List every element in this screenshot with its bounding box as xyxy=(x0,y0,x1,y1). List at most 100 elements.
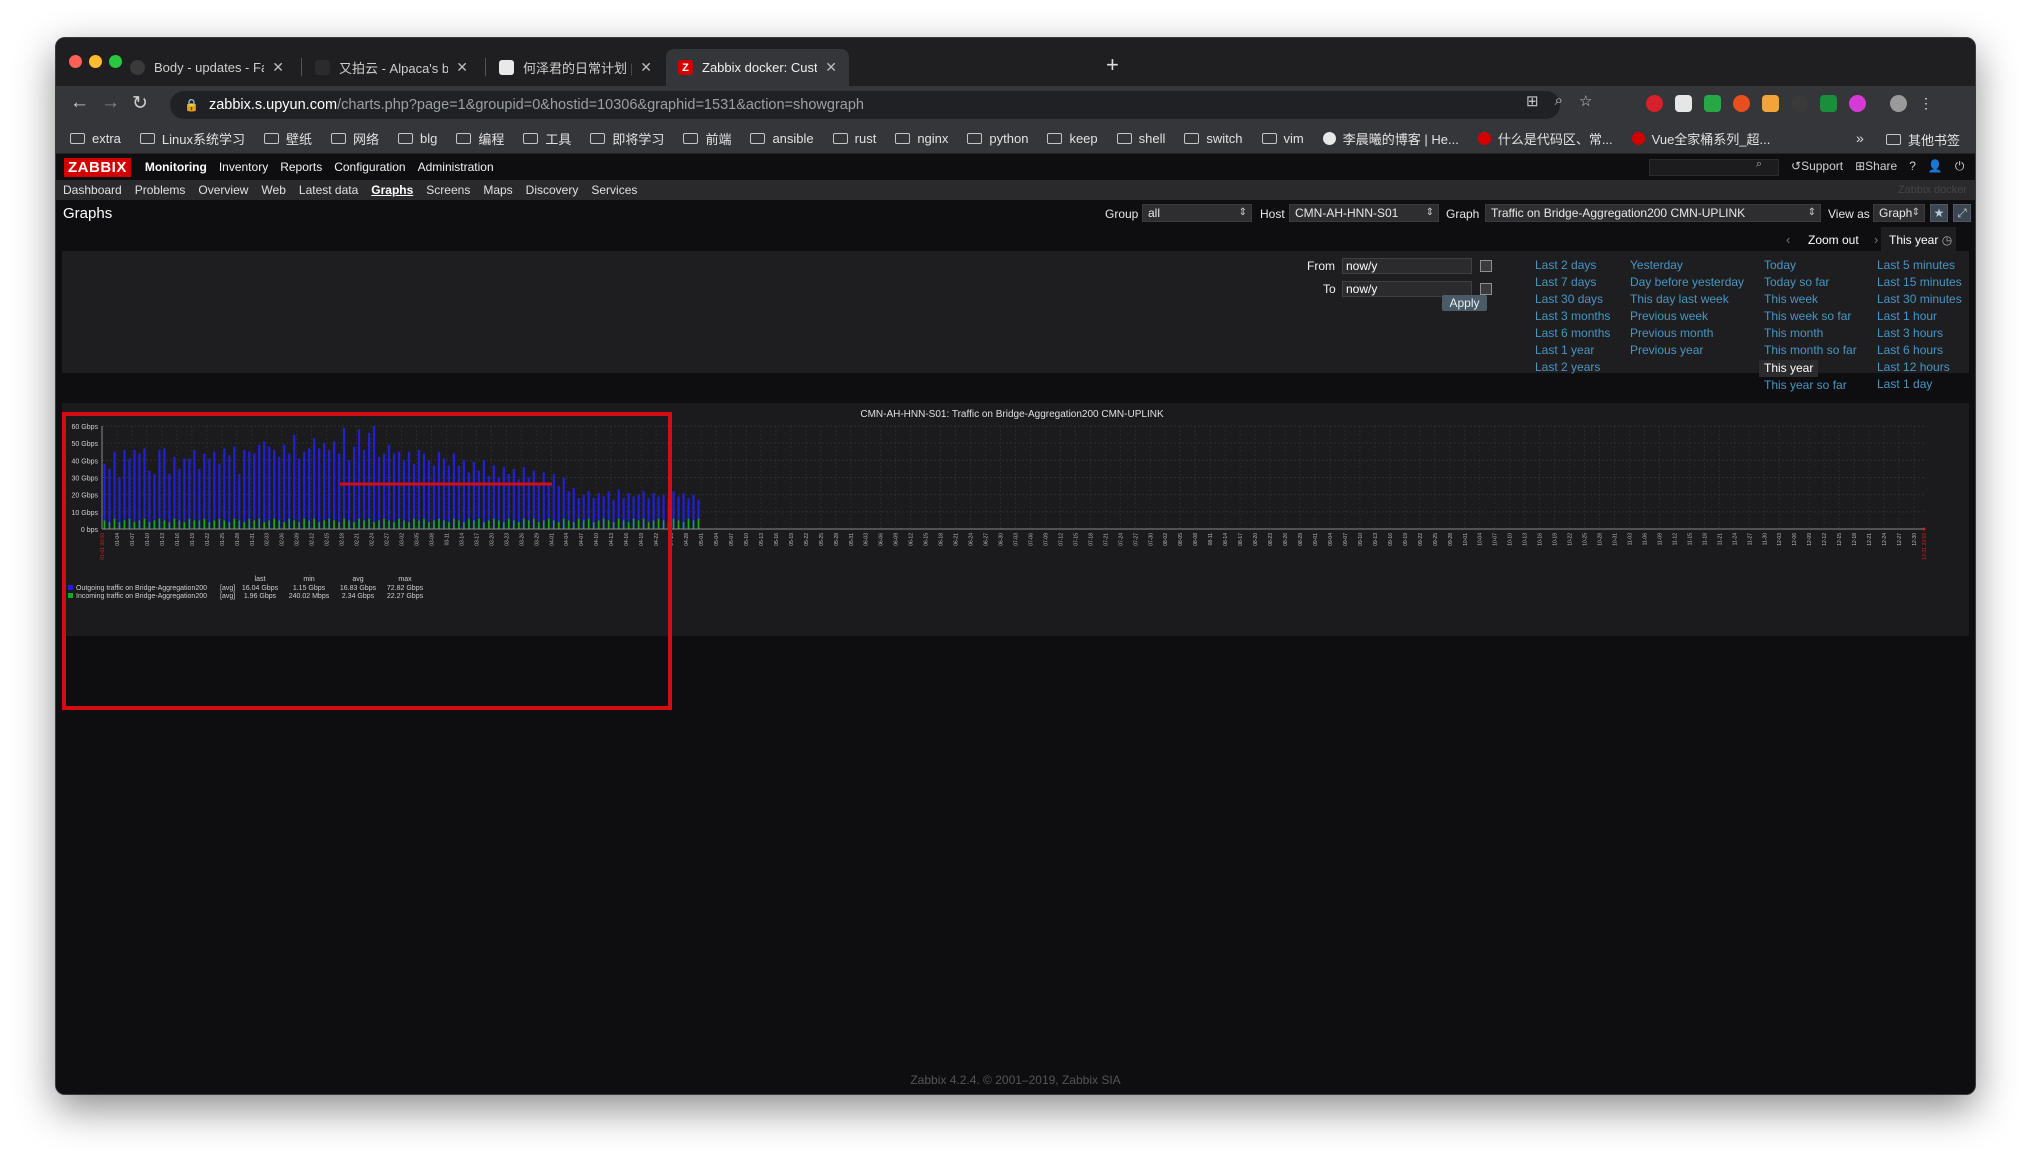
quick-range-link[interactable]: This week xyxy=(1764,291,1857,308)
quick-range-link[interactable]: Last 6 hours xyxy=(1877,342,1962,359)
extension-icon[interactable] xyxy=(1849,95,1866,112)
bookmark-item[interactable]: Linux系统学习 xyxy=(139,129,245,148)
quick-range-link[interactable]: This month xyxy=(1764,325,1857,342)
quick-range-link[interactable]: Last 5 minutes xyxy=(1877,257,1962,274)
back-icon[interactable]: ← xyxy=(70,92,89,114)
reload-icon[interactable]: ↻ xyxy=(132,92,148,115)
quick-range-link[interactable]: Last 1 year xyxy=(1535,342,1610,359)
quick-range-link[interactable]: Last 2 years xyxy=(1535,359,1610,376)
bookmark-item[interactable]: extra xyxy=(70,131,121,146)
close-tab-icon[interactable]: ✕ xyxy=(272,59,284,76)
quick-range-link[interactable]: This week so far xyxy=(1764,308,1857,325)
quick-range-link[interactable]: This year xyxy=(1759,360,1819,377)
support-link[interactable]: ↺Support xyxy=(1791,159,1843,174)
quick-range-link[interactable]: Last 15 minutes xyxy=(1877,274,1962,291)
chevron-left-icon[interactable]: ‹ xyxy=(1786,232,1790,247)
quick-range-link[interactable]: Last 2 days xyxy=(1535,257,1610,274)
address-bar[interactable]: 🔒 zabbix.s.upyun.com/charts.php?page=1&g… xyxy=(170,91,1560,119)
quick-range-link[interactable]: Day before yesterday xyxy=(1630,274,1744,291)
browser-tab[interactable]: Body - updates - FastAPI ✕ xyxy=(118,49,296,86)
menu-administration[interactable]: Administration xyxy=(418,160,494,174)
search-icon[interactable]: ⌕ xyxy=(1756,158,1762,171)
calendar-icon[interactable] xyxy=(1480,260,1492,272)
bookmark-item[interactable]: nginx xyxy=(895,131,948,146)
quick-range-link[interactable]: Previous year xyxy=(1630,342,1744,359)
quick-range-link[interactable]: Last 1 hour xyxy=(1877,308,1962,325)
submenu-graphs[interactable]: Graphs xyxy=(371,183,413,197)
add-to-favorites-icon[interactable]: ★ xyxy=(1930,204,1948,222)
quick-range-link[interactable]: Last 6 months xyxy=(1535,325,1610,342)
sign-out-icon[interactable]: ⏻ xyxy=(1955,159,1965,174)
bookmark-item[interactable]: vim xyxy=(1261,131,1304,146)
apply-button[interactable]: Apply xyxy=(1442,295,1487,311)
quick-range-link[interactable]: Last 3 months xyxy=(1535,308,1610,325)
chevron-right-icon[interactable]: › xyxy=(1874,232,1878,247)
bookmark-item[interactable]: 即将学习 xyxy=(590,129,664,148)
bookmark-item[interactable]: 工具 xyxy=(523,129,571,148)
close-tab-icon[interactable]: ✕ xyxy=(640,59,652,76)
minimize-window-button[interactable] xyxy=(89,55,102,68)
graph-select[interactable]: Traffic on Bridge-Aggregation200 CMN-UPL… xyxy=(1485,204,1821,222)
bookmark-item[interactable]: 什么是代码区、常... xyxy=(1477,129,1613,148)
browser-tab[interactable]: 又拍云 - Alpaca's blog | how to ✕ xyxy=(303,49,480,86)
quick-range-link[interactable]: Today so far xyxy=(1764,274,1857,291)
quick-range-link[interactable]: Last 12 hours xyxy=(1877,359,1962,376)
bookmark-item[interactable]: switch xyxy=(1184,131,1243,146)
quick-range-link[interactable]: Yesterday xyxy=(1630,257,1744,274)
translate-icon[interactable]: ⊞ xyxy=(1526,92,1539,110)
extension-icon[interactable] xyxy=(1762,95,1779,112)
browser-tab[interactable]: 何泽君的日常计划 | Trello ✕ xyxy=(487,49,664,86)
view-as-select[interactable]: Graph ⇕ xyxy=(1873,204,1925,222)
extension-icon[interactable] xyxy=(1791,95,1808,112)
browser-menu-icon[interactable]: ⋮ xyxy=(1919,95,1936,112)
quick-range-link[interactable]: This year so far xyxy=(1764,377,1857,394)
submenu-overview[interactable]: Overview xyxy=(198,183,248,197)
submenu-discovery[interactable]: Discovery xyxy=(526,183,579,197)
bookmark-item[interactable]: 李晨曦的博客 | He... xyxy=(1322,129,1459,148)
quick-range-link[interactable]: Last 30 minutes xyxy=(1877,291,1962,308)
new-tab-icon[interactable]: + xyxy=(1106,52,1119,78)
extension-icon[interactable] xyxy=(1675,95,1692,112)
quick-range-link[interactable]: Today xyxy=(1764,257,1857,274)
close-window-button[interactable] xyxy=(69,55,82,68)
quick-range-link[interactable]: Last 1 day xyxy=(1877,376,1962,393)
submenu-problems[interactable]: Problems xyxy=(135,183,186,197)
menu-configuration[interactable]: Configuration xyxy=(334,160,405,174)
submenu-services[interactable]: Services xyxy=(591,183,637,197)
from-input[interactable]: now/y xyxy=(1342,258,1472,274)
menu-inventory[interactable]: Inventory xyxy=(219,160,268,174)
quick-range-link[interactable]: Last 3 hours xyxy=(1877,325,1962,342)
menu-reports[interactable]: Reports xyxy=(280,160,322,174)
bookmark-item[interactable]: keep xyxy=(1047,131,1098,146)
bookmark-item[interactable]: 前端 xyxy=(683,129,731,148)
extension-icon[interactable] xyxy=(1820,95,1837,112)
bookmark-item[interactable]: 网络 xyxy=(331,129,379,148)
close-tab-icon[interactable]: ✕ xyxy=(825,59,837,76)
browser-tab-active[interactable]: Z Zabbix docker: Custom graphs ✕ xyxy=(666,49,849,86)
quick-range-link[interactable]: This day last week xyxy=(1630,291,1744,308)
help-icon[interactable]: ? xyxy=(1909,159,1916,174)
bookmark-item[interactable]: 壁纸 xyxy=(264,129,312,148)
bookmark-item[interactable]: python xyxy=(967,131,1028,146)
profile-avatar[interactable] xyxy=(1890,95,1907,112)
extension-icon[interactable] xyxy=(1733,95,1750,112)
bookmark-item[interactable]: 编程 xyxy=(456,129,504,148)
fullscreen-icon[interactable]: ⤢ xyxy=(1953,204,1971,222)
zabbix-logo[interactable]: ZABBIX xyxy=(64,157,131,177)
submenu-web[interactable]: Web xyxy=(261,183,285,197)
extension-icon[interactable] xyxy=(1646,95,1663,112)
user-profile-icon[interactable]: 👤 xyxy=(1928,159,1943,174)
time-filter-tab[interactable]: This year ◷ xyxy=(1881,227,1956,251)
other-bookmarks[interactable]: 其他书签 xyxy=(1886,130,1960,149)
quick-range-link[interactable]: Last 7 days xyxy=(1535,274,1610,291)
extension-icon[interactable] xyxy=(1704,95,1721,112)
zoom-out-button[interactable]: Zoom out xyxy=(1808,233,1859,247)
calendar-icon[interactable] xyxy=(1480,283,1492,295)
close-tab-icon[interactable]: ✕ xyxy=(456,59,468,76)
host-select[interactable]: CMN-AH-HNN-S01 ⇕ xyxy=(1289,204,1439,222)
submenu-dashboard[interactable]: Dashboard xyxy=(63,183,122,197)
group-select[interactable]: all ⇕ xyxy=(1142,204,1252,222)
bookmarks-overflow-icon[interactable]: » xyxy=(1856,130,1864,146)
submenu-screens[interactable]: Screens xyxy=(426,183,470,197)
bookmark-item[interactable]: ansible xyxy=(750,131,814,146)
